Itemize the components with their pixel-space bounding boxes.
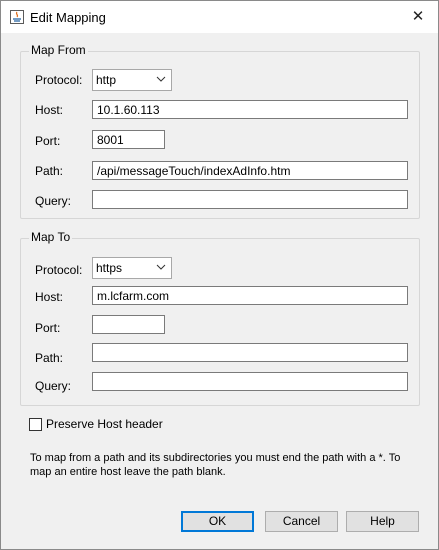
- map-from-group: Map From Protocol: http Host: 10.1.60.11…: [20, 43, 420, 219]
- map-to-group: Map To Protocol: https Host: m.lcfarm.co…: [20, 230, 420, 406]
- from-path-label: Path:: [35, 164, 64, 178]
- title-bar[interactable]: Edit Mapping ✕: [1, 1, 438, 33]
- to-path-input[interactable]: [92, 343, 408, 362]
- from-query-input[interactable]: [92, 190, 408, 209]
- to-protocol-label: Protocol:: [35, 263, 83, 277]
- from-protocol-label: Protocol:: [35, 73, 83, 87]
- preserve-host-checkbox[interactable]: [29, 418, 42, 431]
- from-host-input[interactable]: 10.1.60.113: [92, 100, 408, 119]
- map-from-legend: Map From: [29, 43, 88, 57]
- cancel-button[interactable]: Cancel: [265, 511, 338, 532]
- from-host-label: Host:: [35, 103, 64, 117]
- to-port-input[interactable]: [92, 315, 165, 334]
- edit-mapping-dialog: Edit Mapping ✕ Map From Protocol: http H…: [0, 0, 439, 550]
- from-protocol-value: http: [96, 73, 117, 87]
- map-to-legend: Map To: [29, 230, 73, 244]
- preserve-host-label[interactable]: Preserve Host header: [46, 417, 163, 431]
- from-path-input[interactable]: /api/messageTouch/indexAdInfo.htm: [92, 161, 408, 180]
- to-protocol-value: https: [96, 261, 123, 275]
- to-host-label: Host:: [35, 290, 64, 304]
- to-query-label: Query:: [35, 379, 72, 393]
- chevron-down-icon: [156, 76, 166, 82]
- to-port-label: Port:: [35, 321, 61, 335]
- from-port-input[interactable]: 8001: [92, 130, 165, 149]
- ok-button[interactable]: OK: [181, 511, 254, 532]
- help-button[interactable]: Help: [346, 511, 419, 532]
- to-path-label: Path:: [35, 351, 64, 365]
- from-protocol-select[interactable]: http: [92, 69, 172, 91]
- help-text: To map from a path and its subdirectorie…: [30, 452, 401, 478]
- from-query-label: Query:: [35, 194, 72, 208]
- to-query-input[interactable]: [92, 372, 408, 391]
- window-title: Edit Mapping: [30, 10, 106, 25]
- to-host-input[interactable]: m.lcfarm.com: [92, 286, 408, 305]
- close-icon[interactable]: ✕: [398, 1, 438, 33]
- from-port-label: Port:: [35, 134, 61, 148]
- java-app-icon: [10, 10, 24, 24]
- to-protocol-select[interactable]: https: [92, 257, 172, 279]
- chevron-down-icon: [156, 264, 166, 270]
